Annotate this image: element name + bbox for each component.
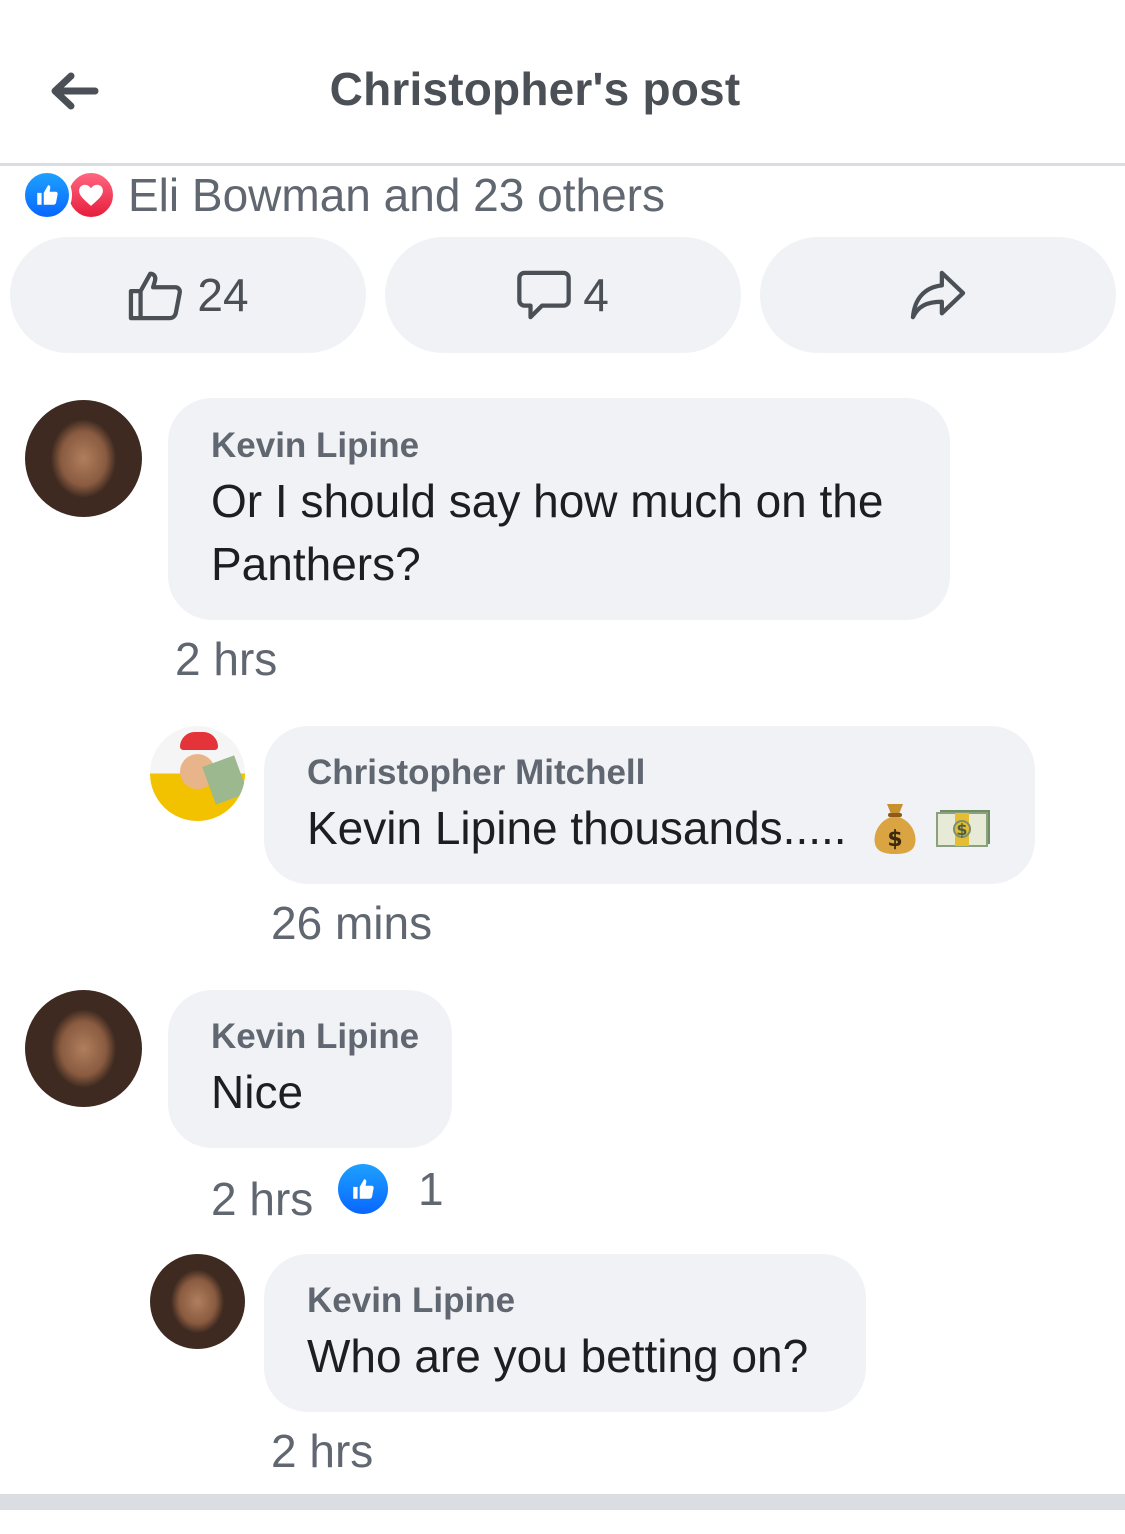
comment-text-content: Kevin Lipine thousands..... [307, 802, 847, 854]
comment-timestamp[interactable]: 2 hrs [175, 632, 277, 686]
comment-timestamp[interactable]: 2 hrs [271, 1424, 373, 1478]
comment-bubble-icon [517, 270, 571, 320]
comment-timestamp[interactable]: 2 hrs [211, 1172, 313, 1226]
comment-text: Panthers? [211, 538, 421, 590]
comment-bubble: Kevin Lipine Or I should say how much on… [168, 398, 950, 620]
header-divider [0, 163, 1125, 166]
comment-text: Kevin Lipine thousands..... [307, 797, 847, 860]
reaction-count: 1 [418, 1163, 444, 1215]
dollar-banknote-icon: $ [936, 810, 990, 847]
avatar[interactable] [150, 1254, 245, 1349]
comment-button[interactable]: 4 [385, 237, 741, 353]
comment-author[interactable]: Christopher Mitchell [307, 753, 645, 793]
share-arrow-icon [910, 270, 966, 320]
love-reaction-icon [66, 170, 116, 220]
money-bag-icon: $ [874, 804, 916, 854]
avatar-money [202, 755, 245, 805]
comment-count: 4 [583, 269, 609, 321]
thumbs-up-icon [129, 271, 183, 321]
avatar-cap [180, 732, 218, 750]
comment-author[interactable]: Kevin Lipine [211, 426, 419, 466]
svg-text:$: $ [956, 820, 967, 839]
comment-timestamp[interactable]: 26 mins [271, 896, 432, 950]
page-title: Christopher's post [329, 63, 741, 115]
comment-author[interactable]: Kevin Lipine [211, 1017, 419, 1057]
avatar[interactable] [25, 400, 142, 517]
comment-bubble: Christopher Mitchell Kevin Lipine thousa… [264, 726, 1035, 884]
bottom-divider [0, 1494, 1125, 1510]
svg-text:$: $ [887, 827, 902, 852]
avatar[interactable] [150, 726, 245, 821]
comment-text: Nice [211, 1066, 304, 1118]
like-button[interactable]: 24 [10, 237, 366, 353]
like-count: 24 [197, 269, 249, 321]
comment-text: Or I should say how much on the [211, 475, 884, 527]
comment-bubble: Kevin Lipine Nice [168, 990, 452, 1148]
like-reaction-icon[interactable] [338, 1164, 388, 1214]
comment-author[interactable]: Kevin Lipine [307, 1281, 515, 1321]
reactions-summary[interactable]: Eli Bowman and 23 others [22, 168, 665, 222]
reactions-summary-text: Eli Bowman and 23 others [128, 169, 665, 221]
share-button[interactable] [760, 237, 1116, 353]
like-reaction-icon [22, 170, 72, 220]
comment-text: Who are you betting on? [307, 1330, 809, 1382]
comment-bubble: Kevin Lipine Who are you betting on? [264, 1254, 866, 1412]
top-bar: Christopher's post [0, 0, 1125, 166]
avatar[interactable] [25, 990, 142, 1107]
